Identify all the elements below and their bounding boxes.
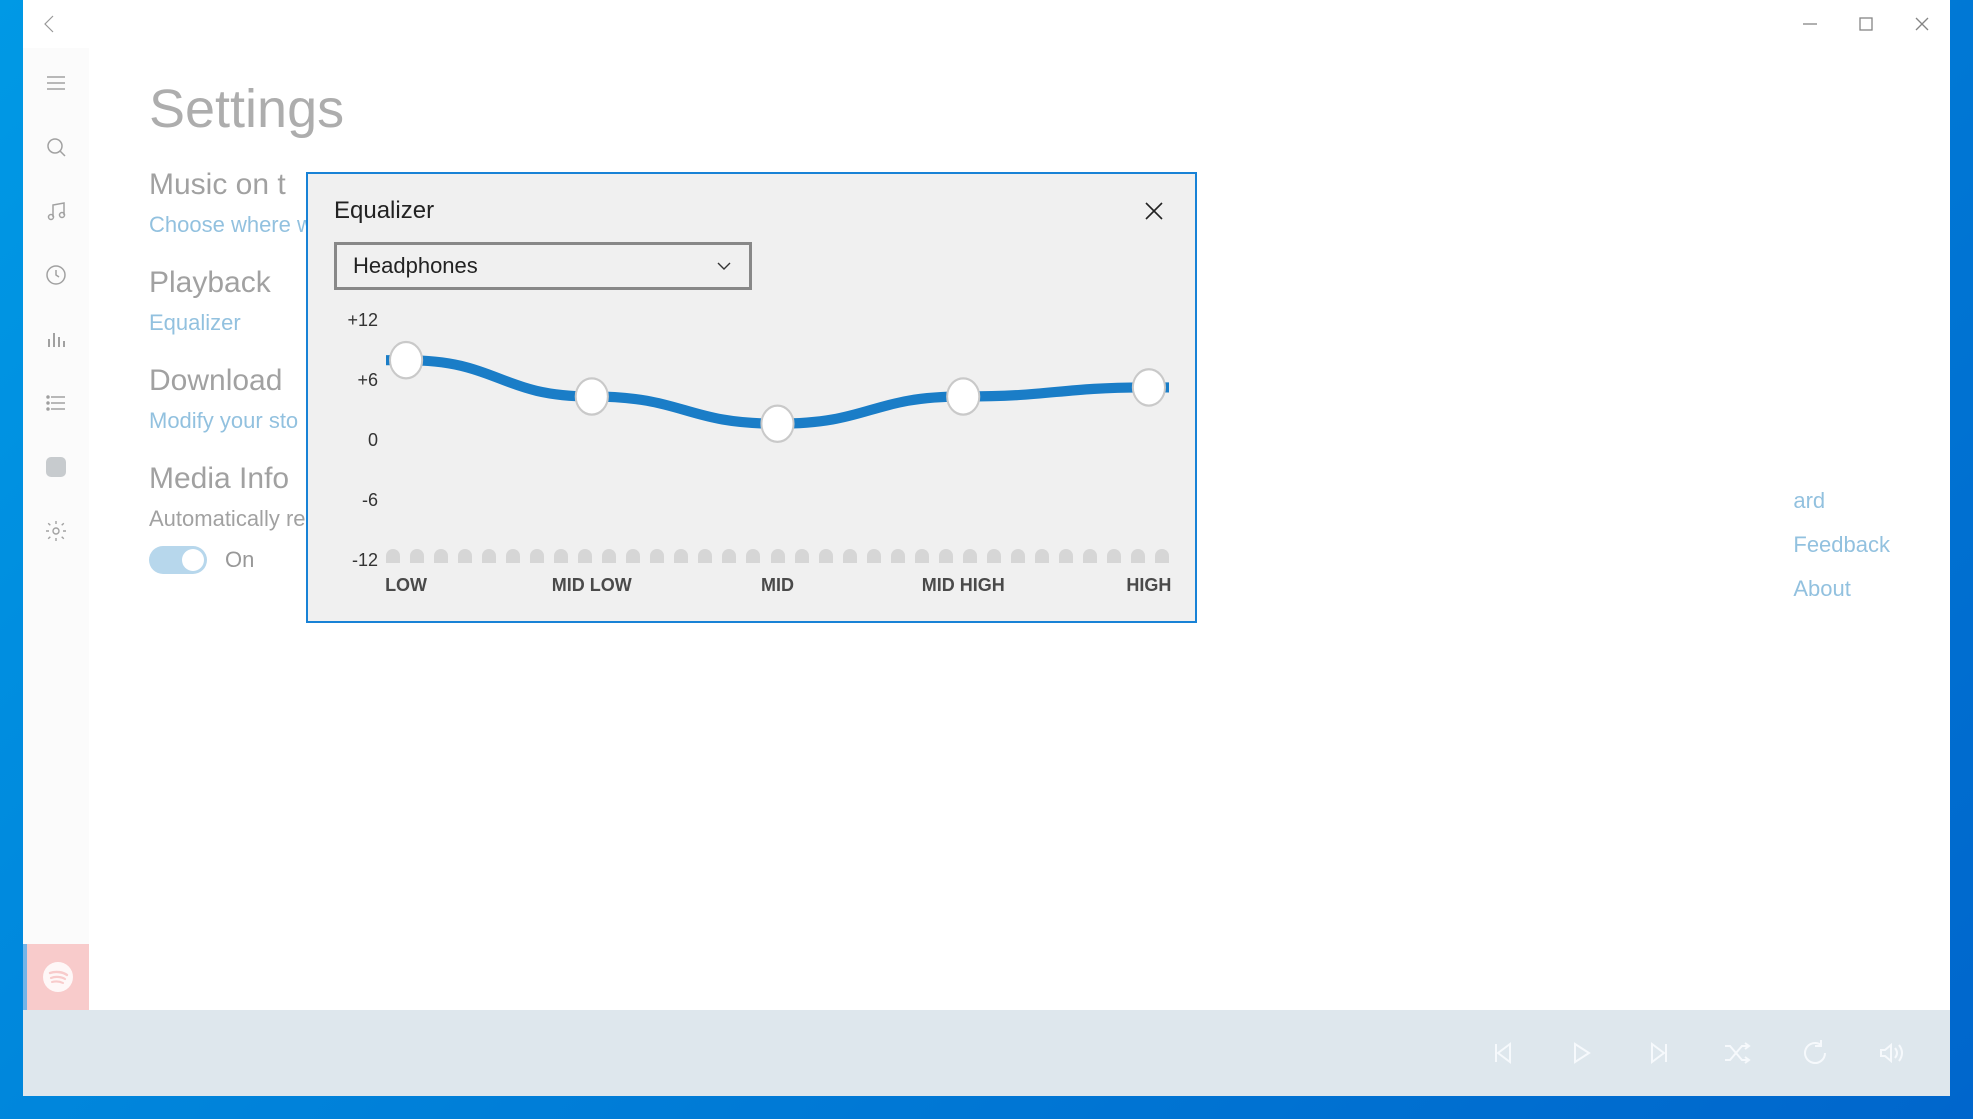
baseline-dot <box>795 549 809 563</box>
baseline-dot <box>891 549 905 563</box>
baseline-dot <box>626 549 640 563</box>
baseline-dot <box>578 549 592 563</box>
play-button[interactable] <box>1564 1036 1598 1070</box>
baseline-dot <box>771 549 785 563</box>
baseline-dot <box>650 549 664 563</box>
baseline-dot <box>722 549 736 563</box>
music-note-icon[interactable] <box>23 180 89 242</box>
equalizer-modal: Equalizer Headphones +12 +6 0 -6 -12 LOW MID … <box>306 172 1197 623</box>
baseline-dot <box>843 549 857 563</box>
baseline-dot <box>915 549 929 563</box>
baseline-dot <box>602 549 616 563</box>
baseline-dot <box>1059 549 1073 563</box>
baseline-dot <box>963 549 977 563</box>
toggle-label: On <box>225 547 254 573</box>
hamburger-icon[interactable] <box>23 52 89 114</box>
y-tick-label: -12 <box>334 550 378 571</box>
baseline-dot <box>746 549 760 563</box>
baseline-dot <box>482 549 496 563</box>
preset-selected-label: Headphones <box>353 253 478 279</box>
spotify-button[interactable] <box>23 944 89 1010</box>
back-button[interactable] <box>23 0 79 48</box>
sidebar <box>23 48 89 1010</box>
repeat-button[interactable] <box>1798 1036 1832 1070</box>
apps-icon[interactable] <box>23 436 89 498</box>
preset-dropdown[interactable]: Headphones <box>334 242 752 290</box>
baseline-dot <box>939 549 953 563</box>
close-window-button[interactable] <box>1894 0 1950 48</box>
eq-handle-mid[interactable] <box>761 406 793 442</box>
baseline-dot <box>1035 549 1049 563</box>
baseline-dot <box>1107 549 1121 563</box>
maximize-button[interactable] <box>1838 0 1894 48</box>
media-info-toggle[interactable] <box>149 546 207 574</box>
close-icon[interactable] <box>1139 196 1169 226</box>
baseline-dot <box>698 549 712 563</box>
y-tick-label: 0 <box>334 430 378 451</box>
baseline-dot <box>987 549 1001 563</box>
eq-handle-low[interactable] <box>390 342 422 378</box>
search-icon[interactable] <box>23 116 89 178</box>
ard-link[interactable]: ard <box>1793 488 1890 514</box>
baseline-dot <box>434 549 448 563</box>
baseline-dot <box>1011 549 1025 563</box>
x-tick-label: MID <box>761 575 794 596</box>
x-tick-label: LOW <box>385 575 427 596</box>
settings-icon[interactable] <box>23 500 89 562</box>
playlists-icon[interactable] <box>23 372 89 434</box>
baseline-dot <box>867 549 881 563</box>
about-link[interactable]: About <box>1793 576 1890 602</box>
baseline-dot <box>1083 549 1097 563</box>
baseline-dot <box>819 549 833 563</box>
titlebar <box>23 0 1950 48</box>
page-title: Settings <box>149 78 1890 140</box>
eq-handle-high[interactable] <box>1133 369 1165 405</box>
baseline-dot <box>1155 549 1169 563</box>
x-tick-label: MID LOW <box>552 575 632 596</box>
player-bar <box>23 1010 1950 1096</box>
x-tick-label: MID HIGH <box>922 575 1005 596</box>
equalizer-chart: +12 +6 0 -6 -12 LOW MID LOW MID MID HIGH HIGH <box>334 308 1169 603</box>
y-tick-label: -6 <box>334 490 378 511</box>
now-playing-bars-icon[interactable] <box>23 308 89 370</box>
baseline-dot <box>1131 549 1145 563</box>
minimize-button[interactable] <box>1782 0 1838 48</box>
y-tick-label: +6 <box>334 370 378 391</box>
baseline-dot <box>530 549 544 563</box>
next-track-button[interactable] <box>1642 1036 1676 1070</box>
baseline-dot <box>554 549 568 563</box>
baseline-dot <box>674 549 688 563</box>
baseline-dot <box>410 549 424 563</box>
shuffle-button[interactable] <box>1720 1036 1754 1070</box>
previous-track-button[interactable] <box>1486 1036 1520 1070</box>
baseline-dot <box>506 549 520 563</box>
eq-handle-mid-high[interactable] <box>947 378 979 414</box>
recent-icon[interactable] <box>23 244 89 306</box>
modal-title: Equalizer <box>334 197 434 225</box>
y-tick-label: +12 <box>334 310 378 331</box>
volume-button[interactable] <box>1876 1036 1910 1070</box>
baseline-dot <box>386 549 400 563</box>
x-tick-label: HIGH <box>1126 575 1171 596</box>
baseline-dot <box>458 549 472 563</box>
chevron-down-icon <box>715 257 733 275</box>
feedback-link[interactable]: Feedback <box>1793 532 1890 558</box>
eq-handle-mid-low[interactable] <box>576 378 608 414</box>
